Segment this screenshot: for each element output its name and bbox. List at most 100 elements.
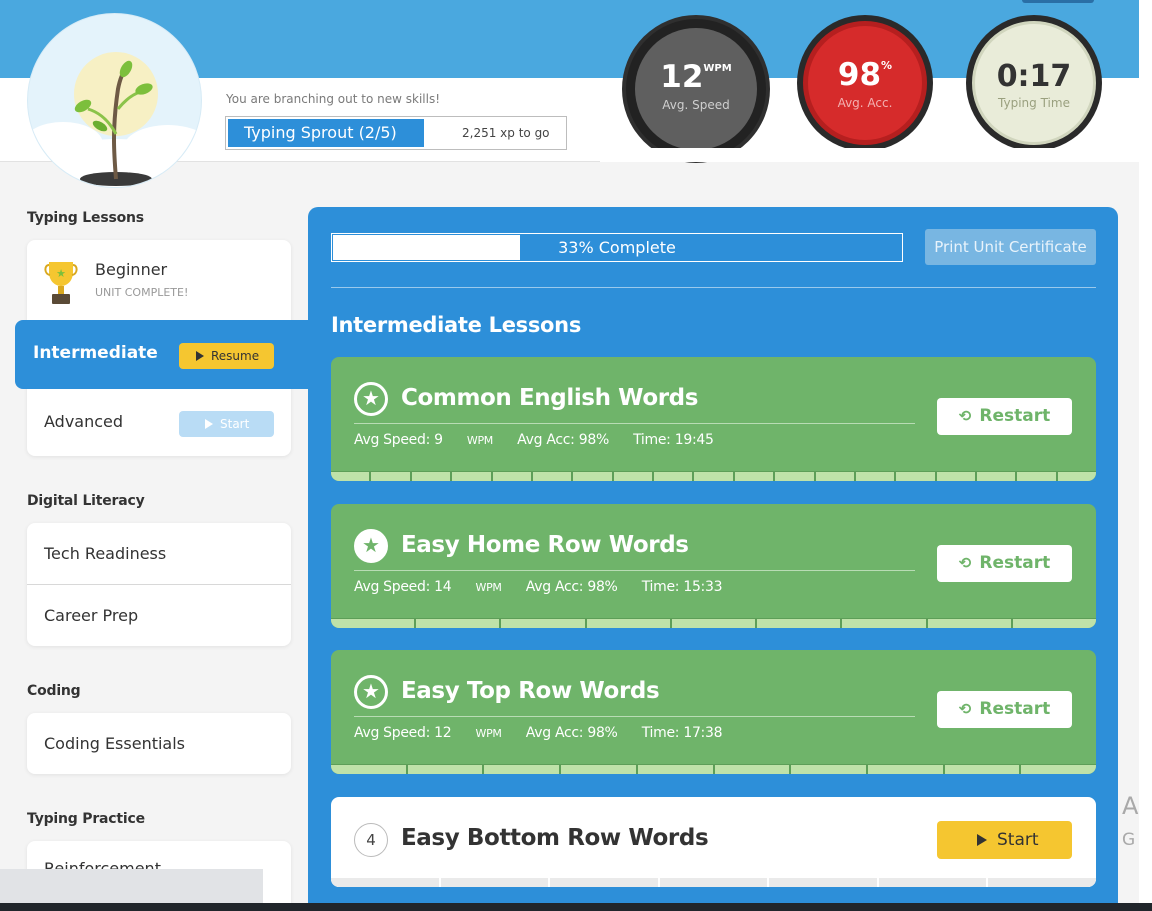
progress-segment <box>734 472 774 481</box>
progress-segment <box>791 765 866 774</box>
level-progress: Typing Sprout (2/5) 2,251 xp to go <box>225 116 567 150</box>
progress-segment <box>561 765 636 774</box>
accuracy-unit: % <box>881 59 893 72</box>
lesson-progress-segments <box>331 764 1096 774</box>
svg-text:★: ★ <box>56 267 66 280</box>
lesson-title: Easy Bottom Row Words <box>401 825 709 851</box>
star-icon: ★ <box>362 679 380 703</box>
advanced-start-button[interactable]: Start <box>179 411 274 437</box>
header-tab-edge[interactable] <box>1022 0 1094 3</box>
avg-speed: Avg Speed: 12 WPM <box>354 725 502 741</box>
lesson-title: Easy Home Row Words <box>401 532 689 558</box>
progress-segment <box>532 472 572 481</box>
avg-acc: Avg Acc: 98% <box>525 725 618 741</box>
progress-segment <box>878 878 987 887</box>
sidebar-item-advanced[interactable]: Advanced <box>44 412 123 431</box>
offscreen-text-a: A <box>1122 792 1139 820</box>
lesson-progress-segments <box>331 618 1096 628</box>
lesson-title: Easy Top Row Words <box>401 678 660 704</box>
panel-divider <box>331 287 1096 288</box>
resume-label: Resume <box>211 349 260 363</box>
progress-segment <box>977 472 1016 481</box>
star-icon: ★ <box>362 533 380 557</box>
progress-segment <box>988 878 1096 887</box>
accuracy-label: Avg. Acc. <box>837 96 893 110</box>
progress-segment <box>855 472 895 481</box>
lesson-card-4[interactable]: 4 Easy Bottom Row Words Start <box>331 797 1096 887</box>
progress-segment <box>637 765 713 774</box>
time-gauge: 0:17 Typing Time <box>966 15 1102 151</box>
sidebar-item-beginner-label[interactable]: Beginner <box>95 260 167 279</box>
progress-segment <box>694 472 733 481</box>
digital-literacy-title: Digital Literacy <box>27 493 145 509</box>
progress-segment <box>896 472 935 481</box>
avg-speed: Avg Speed: 9 WPM <box>354 432 493 448</box>
lesson-card-3[interactable]: ★ Easy Top Row Words Avg Speed: 12 WPM A… <box>331 650 1096 774</box>
star-badge: ★ <box>354 675 388 709</box>
sprout-icon <box>28 52 201 187</box>
lessons-panel: 33% Complete Print Unit Certificate Inte… <box>308 207 1118 907</box>
speed-label: Avg. Speed <box>662 98 730 112</box>
progress-segment <box>492 472 531 481</box>
resume-button[interactable]: Resume <box>179 343 274 369</box>
progress-segment <box>757 619 841 628</box>
restart-label: Restart <box>979 406 1051 426</box>
restart-button[interactable]: ⟲ Restart <box>937 545 1072 582</box>
divider <box>27 584 291 585</box>
progress-segment <box>331 619 415 628</box>
progress-segment <box>371 472 410 481</box>
progress-text: 33% Complete <box>558 238 676 257</box>
digital-literacy-card: Tech Readiness Career Prep <box>27 523 291 646</box>
sidebar-item-career-prep[interactable]: Career Prep <box>44 606 138 625</box>
sidebar-item-coding-essentials[interactable]: Coding Essentials <box>44 734 185 753</box>
sidebar-item-tech-readiness[interactable]: Tech Readiness <box>44 544 166 563</box>
history-icon: ⟲ <box>958 700 972 718</box>
bottom-overlay-bar <box>0 869 263 905</box>
progress-segment <box>586 619 670 628</box>
progress-segment <box>550 878 658 887</box>
progress-segment <box>484 765 560 774</box>
progress-segment <box>769 878 877 887</box>
coding-card: Coding Essentials <box>27 713 291 774</box>
progress-segment <box>411 472 451 481</box>
print-certificate-button[interactable]: Print Unit Certificate <box>925 229 1096 265</box>
star-icon: ★ <box>362 386 380 410</box>
restart-label: Restart <box>979 553 1051 573</box>
progress-segment <box>331 472 370 481</box>
avg-speed: Avg Speed: 14 WPM <box>354 579 502 595</box>
restart-button[interactable]: ⟲ Restart <box>937 398 1072 435</box>
play-icon <box>977 834 987 846</box>
gauge-mask <box>600 148 1140 162</box>
avg-acc: Avg Acc: 98% <box>525 579 618 595</box>
start-label: Start <box>997 830 1039 850</box>
progress-segment <box>775 472 814 481</box>
offscreen-text-g: G <box>1122 830 1136 850</box>
typing-practice-title: Typing Practice <box>27 811 145 827</box>
avg-acc: Avg Acc: 98% <box>517 432 609 448</box>
advanced-start-label: Start <box>220 417 250 431</box>
branch-message: You are branching out to new skills! <box>226 92 441 106</box>
progress-segment <box>1057 472 1096 481</box>
progress-segment <box>671 619 756 628</box>
lesson-progress-segments <box>331 878 1096 887</box>
sidebar-item-intermediate[interactable]: Intermediate Resume <box>15 320 315 389</box>
footer-bar <box>0 903 1152 911</box>
lesson-underline <box>354 570 915 571</box>
lesson-card-2[interactable]: ★ Easy Home Row Words Avg Speed: 14 WPM … <box>331 504 1096 628</box>
sprout-avatar <box>27 13 202 188</box>
typing-lessons-title: Typing Lessons <box>27 210 144 226</box>
lesson-card-1[interactable]: ★ Common English Words Avg Speed: 9 WPM … <box>331 357 1096 481</box>
progress-segment <box>842 619 926 628</box>
coding-title: Coding <box>27 683 81 699</box>
restart-button[interactable]: ⟲ Restart <box>937 691 1072 728</box>
start-button[interactable]: Start <box>937 821 1072 859</box>
progress-segment <box>1017 472 1056 481</box>
level-label: Typing Sprout (2/5) <box>228 119 424 147</box>
progress-segment <box>1012 619 1096 628</box>
history-icon: ⟲ <box>958 407 972 425</box>
lesson-stats: Avg Speed: 9 WPM Avg Acc: 98% Time: 19:4… <box>354 432 734 448</box>
progress-segment <box>331 878 439 887</box>
play-icon <box>196 351 204 361</box>
time-label: Typing Time <box>998 96 1070 110</box>
play-icon <box>205 419 213 429</box>
